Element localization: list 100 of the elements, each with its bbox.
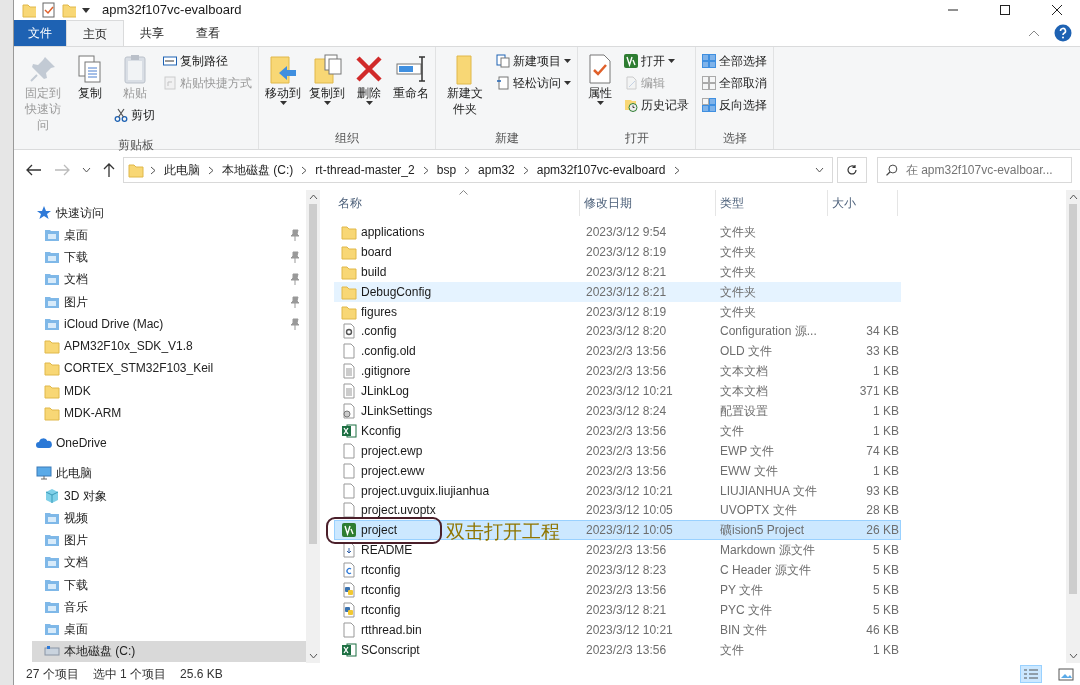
folder-icon [44, 338, 60, 354]
sidebar-item[interactable]: 快速访问 [32, 202, 306, 223]
folder-icon [44, 404, 60, 421]
file-row[interactable]: board 2023/3/12 8:19 文件夹 [334, 241, 901, 262]
sidebar-item[interactable]: 下载 [32, 246, 306, 268]
sidebar-item[interactable]: 图片 [32, 529, 306, 551]
invert-selection-icon [702, 98, 716, 112]
ribbon-button[interactable]: 轻松访问 [494, 73, 573, 93]
ribbon-button[interactable]: 重命名 [391, 51, 431, 104]
file-row[interactable]: rtconfig 2023/2/3 13:56 PY 文件 5 KB [334, 580, 901, 600]
column-header[interactable]: 类型 [716, 190, 828, 216]
scrollbar[interactable] [1066, 190, 1080, 663]
file-row[interactable]: DebugConfig 2023/3/12 8:21 文件夹 [334, 281, 901, 302]
file-row[interactable]: rtconfig 2023/3/12 8:21 PYC 文件 5 KB [334, 599, 901, 620]
sidebar-item[interactable]: iCloud Drive (Mac) [32, 313, 306, 335]
sidebar-item[interactable]: 桌面 [32, 618, 306, 640]
sidebar-item[interactable]: 图片 [32, 291, 306, 312]
ribbon-tab[interactable]: 主页 [66, 20, 124, 46]
ribbon-tab[interactable]: 共享 [124, 20, 180, 46]
sidebar-item[interactable]: 下载 [32, 574, 306, 595]
column-header[interactable]: 名称 [334, 190, 580, 216]
breadcrumb-item[interactable]: apm32f107vc-evalboard [534, 161, 668, 179]
ribbon-button[interactable]: 复制到 [307, 51, 347, 108]
folder-icon [44, 382, 60, 399]
chevron-icon [522, 165, 529, 175]
sidebar-item[interactable]: 本地磁盘 (C:) [32, 640, 306, 662]
file-row[interactable]: figures 2023/3/12 8:19 文件夹 [334, 301, 901, 322]
breadcrumb-item[interactable]: apm32 [476, 161, 517, 179]
ribbon-button[interactable]: 打开 [622, 51, 691, 71]
sidebar-item[interactable]: 视频 [32, 507, 306, 529]
folder-icon [44, 360, 60, 377]
ribbon-button[interactable]: 属性 [582, 51, 618, 108]
sidebar-item[interactable]: 3D 对象 [32, 485, 306, 506]
sidebar-item[interactable]: 此电脑 [32, 462, 306, 484]
file-row[interactable]: SConscript 2023/2/3 13:56 文件 1 KB [334, 639, 901, 660]
ribbon-button[interactable]: 复制路径 [161, 51, 254, 71]
breadcrumb-item[interactable]: 此电脑 [162, 161, 202, 179]
ribbon-button[interactable]: 历史记录 [622, 95, 691, 115]
file-name: figures [361, 303, 398, 321]
close-icon [1050, 4, 1064, 16]
file-row[interactable]: JLinkSettings 2023/3/12 8:24 配置设置 1 KB [334, 401, 901, 421]
sidebar-item[interactable]: CORTEX_STM32F103_Keil [32, 357, 306, 379]
file-name: rtthread.bin [361, 621, 422, 639]
ribbon-button[interactable]: 新建项目 [494, 51, 573, 71]
file-row[interactable]: README 2023/2/3 13:56 Markdown 源文件 5 KB [334, 540, 901, 561]
cloud-icon [36, 435, 52, 451]
file-row[interactable]: .config 2023/3/12 8:20 Configuration 源... 34 KB [334, 321, 901, 342]
file-row[interactable]: rtconfig 2023/3/12 8:23 C Header 源文件 5 KB [334, 560, 901, 581]
modified-date: 2023/2/3 13:56 [586, 642, 667, 657]
file-type: LIUJIANHUA 文件 [720, 483, 817, 498]
file-row[interactable]: .gitignore 2023/2/3 13:56 文本文档 1 KB [334, 361, 901, 382]
file-row[interactable]: .config.old 2023/2/3 13:56 OLD 文件 33 KB [334, 341, 901, 362]
file-size: 5 KB [873, 563, 899, 578]
ribbon-button[interactable]: 全部选择 [700, 51, 769, 71]
ribbon-button[interactable]: 删除 [351, 51, 387, 108]
ribbon-button[interactable]: 全部取消 [700, 73, 769, 93]
scrollbar[interactable] [306, 190, 320, 663]
breadcrumb-item[interactable]: bsp [434, 161, 459, 179]
file-row[interactable]: project.eww 2023/2/3 13:56 EWW 文件 1 KB [334, 460, 901, 481]
sidebar-item[interactable]: OneDrive [32, 432, 306, 454]
file-row[interactable]: project.ewp 2023/2/3 13:56 EWP 文件 74 KB [334, 440, 901, 461]
file-name: board [361, 243, 392, 261]
file-row[interactable]: rtthread.bin 2023/3/12 10:21 BIN 文件 46 KB [334, 619, 901, 640]
ribbon-button[interactable]: 移动到 [263, 51, 303, 108]
sidebar-item[interactable]: 文档 [32, 551, 306, 573]
ribbon-button[interactable]: 剪切 [112, 105, 157, 126]
file-row[interactable]: project.uvoptx 2023/3/12 10:05 UVOPTX 文件 28 KB [334, 500, 901, 521]
ribbon-button[interactable]: 新建文件夹 [440, 51, 490, 120]
file-row[interactable]: JLinkLog 2023/3/12 10:21 文本文档 371 KB [334, 381, 901, 401]
sidebar-item[interactable]: 文档 [32, 268, 306, 290]
refresh-button[interactable] [837, 157, 867, 183]
sidebar-item[interactable]: APM32F10x_SDK_V1.8 [32, 335, 306, 357]
group-label: 剪贴板 [117, 136, 155, 154]
column-header[interactable]: 修改日期 [580, 190, 716, 216]
ribbon-tab[interactable]: 查看 [180, 20, 236, 46]
breadcrumb-item[interactable]: 本地磁盘 (C:) [220, 161, 296, 179]
file-row[interactable]: Kconfig 2023/2/3 13:56 文件 1 KB [334, 420, 901, 441]
new-folder-icon [62, 2, 76, 18]
search-field[interactable]: 在 apm32f107vc-evalboar... [877, 157, 1072, 183]
sidebar-item[interactable]: MDK-ARM [32, 402, 306, 424]
sidebar-item[interactable]: 音乐 [32, 596, 306, 618]
modified-date: 2023/3/12 8:24 [586, 403, 667, 418]
file-row[interactable]: project.uvguix.liujianhua 2023/3/12 10:21 LIUJIANHUA 文件 93 KB [334, 480, 901, 501]
file-row[interactable]: applications 2023/3/12 9:54 文件夹 [334, 222, 901, 242]
modified-date: 2023/2/3 13:56 [586, 543, 667, 558]
breadcrumb-item[interactable]: rt-thread-master_2 [313, 161, 417, 179]
file-type: Markdown 源文件 [720, 543, 815, 558]
ribbon-tab[interactable]: 文件 [14, 20, 66, 46]
file-row[interactable]: build 2023/3/12 8:21 文件夹 [334, 261, 901, 282]
view-button[interactable] [1056, 666, 1076, 682]
file-name: applications [361, 223, 425, 241]
modified-date: 2023/3/12 8:21 [586, 284, 667, 299]
column-header[interactable]: 大小 [828, 190, 898, 216]
ribbon-button[interactable]: 反向选择 [700, 95, 769, 115]
sidebar-item[interactable]: 桌面 [32, 224, 306, 246]
file-size: 371 KB [859, 384, 899, 399]
sidebar-item[interactable]: MDK [32, 380, 306, 401]
ribbon-button[interactable]: 复制 [72, 51, 108, 104]
file-type: UVOPTX 文件 [720, 503, 797, 518]
file-size: 28 KB [866, 503, 899, 518]
